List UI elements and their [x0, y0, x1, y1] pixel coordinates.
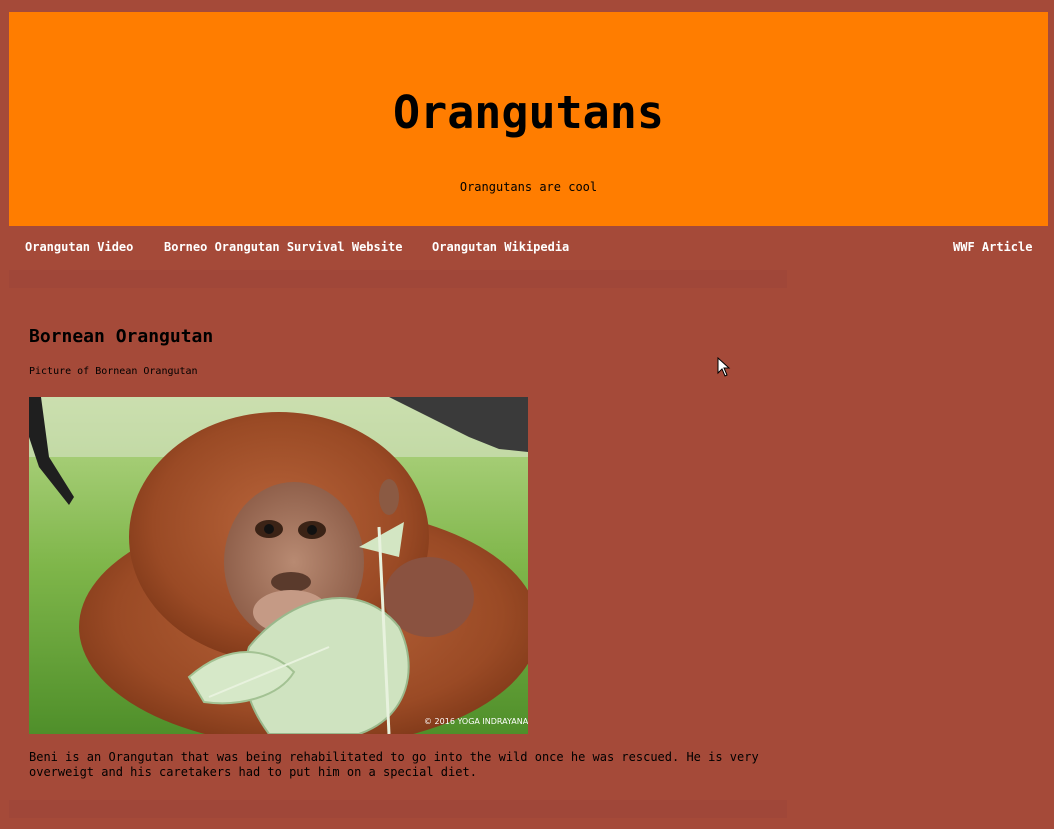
photo-caption: Picture of Bornean Orangutan [29, 366, 198, 377]
nav-link-borneo-survival[interactable]: Borneo Orangutan Survival Website [164, 240, 402, 254]
main-nav: Orangutan Video Borneo Orangutan Surviva… [0, 238, 1054, 260]
article-description: Beni is an Orangutan that was being reha… [29, 750, 759, 779]
page-title: Orangutans [393, 86, 664, 139]
photo-watermark: © 2016 YOGA INDRAYANA [424, 717, 528, 726]
mouse-cursor-icon [717, 357, 731, 377]
site-header: Orangutans Orangutans are cool [9, 12, 1048, 226]
article-heading: Bornean Orangutan [29, 326, 214, 347]
nav-link-wwf-article[interactable]: WWF Article [953, 240, 1032, 254]
nav-link-orangutan-video[interactable]: Orangutan Video [25, 240, 133, 254]
page-subtitle: Orangutans are cool [459, 180, 598, 194]
orangutan-photo: © 2016 YOGA INDRAYANA [29, 397, 528, 734]
section-divider-top [9, 270, 787, 288]
section-divider-bottom [9, 800, 787, 818]
nav-link-wikipedia[interactable]: Orangutan Wikipedia [432, 240, 569, 254]
